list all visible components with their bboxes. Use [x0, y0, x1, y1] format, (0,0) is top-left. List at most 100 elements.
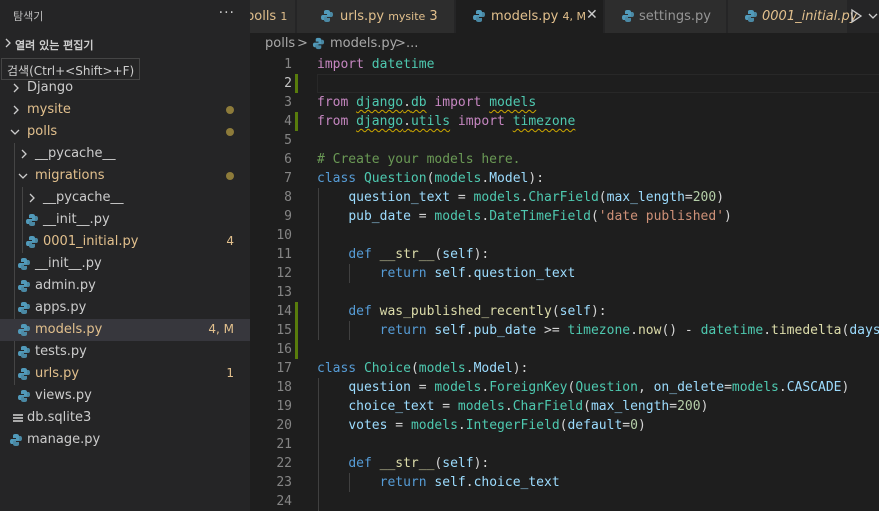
tree-item-label: __init__.py	[35, 256, 102, 271]
line-number: 9	[284, 209, 292, 224]
line-number: 8	[284, 190, 292, 205]
tree-item-label: polls	[27, 124, 58, 139]
code-line[interactable]: def was_published_recently(self):	[317, 302, 606, 321]
line-number: 3	[284, 95, 292, 110]
modified-dot	[226, 128, 234, 136]
line-number: 13	[276, 285, 292, 300]
tree-file-urls[interactable]: urls.py 1	[0, 363, 250, 385]
code-line[interactable]: from django.db import models	[317, 93, 536, 112]
breadcrumb-symbol[interactable]: ...	[406, 36, 418, 51]
code-line[interactable]: class Choice(models.Model):	[317, 359, 528, 378]
modified-dot	[226, 106, 234, 114]
run-icon[interactable]	[846, 6, 866, 26]
code-line[interactable]: question = models.ForeignKey(Question, o…	[317, 378, 849, 397]
search-tooltip: 검색(Ctrl+<Shift>+F)	[1, 58, 141, 80]
tree-item-label: __pycache__	[35, 146, 116, 161]
code-line[interactable]: return self.question_text	[317, 264, 576, 283]
tree-item-label: manage.py	[27, 432, 101, 447]
tree-file-manage[interactable]: manage.py	[0, 429, 250, 451]
code-line[interactable]: import datetime	[317, 55, 434, 74]
explorer-header: 탐색기 ···	[0, 0, 250, 32]
tree-item-label: Django	[27, 80, 74, 95]
tree-folder-pycache[interactable]: __pycache__	[0, 187, 250, 209]
python-icon	[26, 214, 38, 226]
editor-tab-bar: polls 1 urls.py mysite 3 models.py 4, M …	[250, 0, 879, 33]
tree-file-init[interactable]: __init__.py	[0, 253, 250, 275]
code-line[interactable]: def __str__(self):	[317, 245, 489, 264]
tab-badge: 1	[280, 10, 288, 23]
python-icon	[622, 10, 634, 22]
code-line[interactable]: return self.pub_date >= timezone.now() -…	[317, 321, 879, 340]
tree-item-label: db.sqlite3	[27, 410, 92, 425]
python-icon	[18, 324, 30, 336]
tab-label: settings.py	[639, 9, 711, 24]
modified-dot	[226, 172, 234, 180]
code-editor[interactable]: 1 2 3 4 5 6 7 8 9 10 11 12 13 14 15 16 1…	[250, 55, 879, 511]
tree-item-label: apps.py	[35, 300, 87, 315]
ellipsis-icon[interactable]: ···	[219, 5, 235, 21]
python-icon	[745, 10, 757, 22]
tab-urls[interactable]: urls.py mysite 3	[297, 0, 455, 33]
tree-file-init[interactable]: __init__.py	[0, 209, 250, 231]
tree-item-label: 0001_initial.py	[43, 234, 139, 249]
breadcrumb: polls > models.py > ...	[250, 33, 879, 55]
breadcrumb-folder[interactable]: polls	[265, 36, 295, 51]
code-line[interactable]: # Create your models here.	[317, 150, 521, 169]
line-number: 14	[276, 304, 292, 319]
tree-file-0001-initial[interactable]: 0001_initial.py 4	[0, 231, 250, 253]
tree-item-label: models.py	[35, 322, 103, 337]
chevron-right-icon	[29, 193, 35, 203]
line-number: 2	[284, 76, 292, 91]
tree-file-models[interactable]: models.py 4, M	[0, 319, 250, 341]
breadcrumb-file[interactable]: models.py	[330, 36, 397, 51]
chevron-down-icon[interactable]	[868, 8, 878, 24]
line-number: 12	[276, 266, 292, 281]
chevron-down-icon	[10, 129, 20, 135]
chevron-right-icon	[13, 105, 19, 115]
code-line[interactable]: class Question(models.Model):	[317, 169, 544, 188]
tab-badge: 4, M	[562, 10, 586, 23]
close-icon[interactable]: ✕	[586, 7, 598, 23]
python-icon	[321, 10, 333, 22]
tab-label: 0001_initial.py	[762, 9, 858, 24]
code-line[interactable]: return self.choice_text	[317, 473, 560, 492]
tab-description: mysite	[388, 10, 426, 23]
code-line[interactable]: votes = models.IntegerField(default=0)	[317, 416, 645, 435]
tree-file-db-sqlite3[interactable]: db.sqlite3	[0, 407, 250, 429]
python-icon	[473, 10, 485, 22]
code-line[interactable]: question_text = models.CharField(max_len…	[317, 188, 724, 207]
tab-label: polls 1	[250, 9, 287, 24]
tab-polls[interactable]: polls 1	[250, 0, 296, 33]
code-line[interactable]: pub_date = models.DateTimeField('date pu…	[317, 207, 732, 226]
tab-label: models.py 4, M	[491, 9, 586, 24]
tab-settings[interactable]: settings.py	[605, 0, 727, 33]
tree-item-label: mysite	[27, 102, 71, 117]
python-icon	[18, 280, 30, 292]
chevron-right-icon	[5, 38, 11, 48]
open-editors-section[interactable]: 열려 있는 편집기	[0, 33, 250, 55]
current-line-highlight	[317, 74, 879, 93]
tree-folder-migrations[interactable]: migrations	[0, 165, 250, 187]
database-file-icon	[13, 414, 23, 422]
line-number: 20	[276, 418, 292, 433]
line-number: 23	[276, 475, 292, 490]
code-line[interactable]: from django.utils import timezone	[317, 112, 575, 131]
tree-folder-pycache[interactable]: __pycache__	[0, 143, 250, 165]
tree-file-tests[interactable]: tests.py	[0, 341, 250, 363]
tab-0001-initial[interactable]: 0001_initial.py	[728, 0, 857, 33]
code-line[interactable]: choice_text = models.CharField(max_lengt…	[317, 397, 708, 416]
tree-item-label: tests.py	[35, 344, 87, 359]
python-icon	[18, 302, 30, 314]
tree-file-views[interactable]: views.py	[0, 385, 250, 407]
python-icon	[10, 434, 22, 446]
code-line[interactable]: def __str__(self):	[317, 454, 489, 473]
line-number: 22	[276, 456, 292, 471]
line-number: 24	[276, 494, 292, 509]
tree-folder-django[interactable]: Django	[0, 77, 250, 99]
line-number: 18	[276, 380, 292, 395]
tree-folder-polls[interactable]: polls	[0, 121, 250, 143]
tab-models[interactable]: models.py 4, M ✕	[456, 0, 604, 33]
tree-file-admin[interactable]: admin.py	[0, 275, 250, 297]
tree-file-apps[interactable]: apps.py	[0, 297, 250, 319]
tree-folder-mysite[interactable]: mysite	[0, 99, 250, 121]
